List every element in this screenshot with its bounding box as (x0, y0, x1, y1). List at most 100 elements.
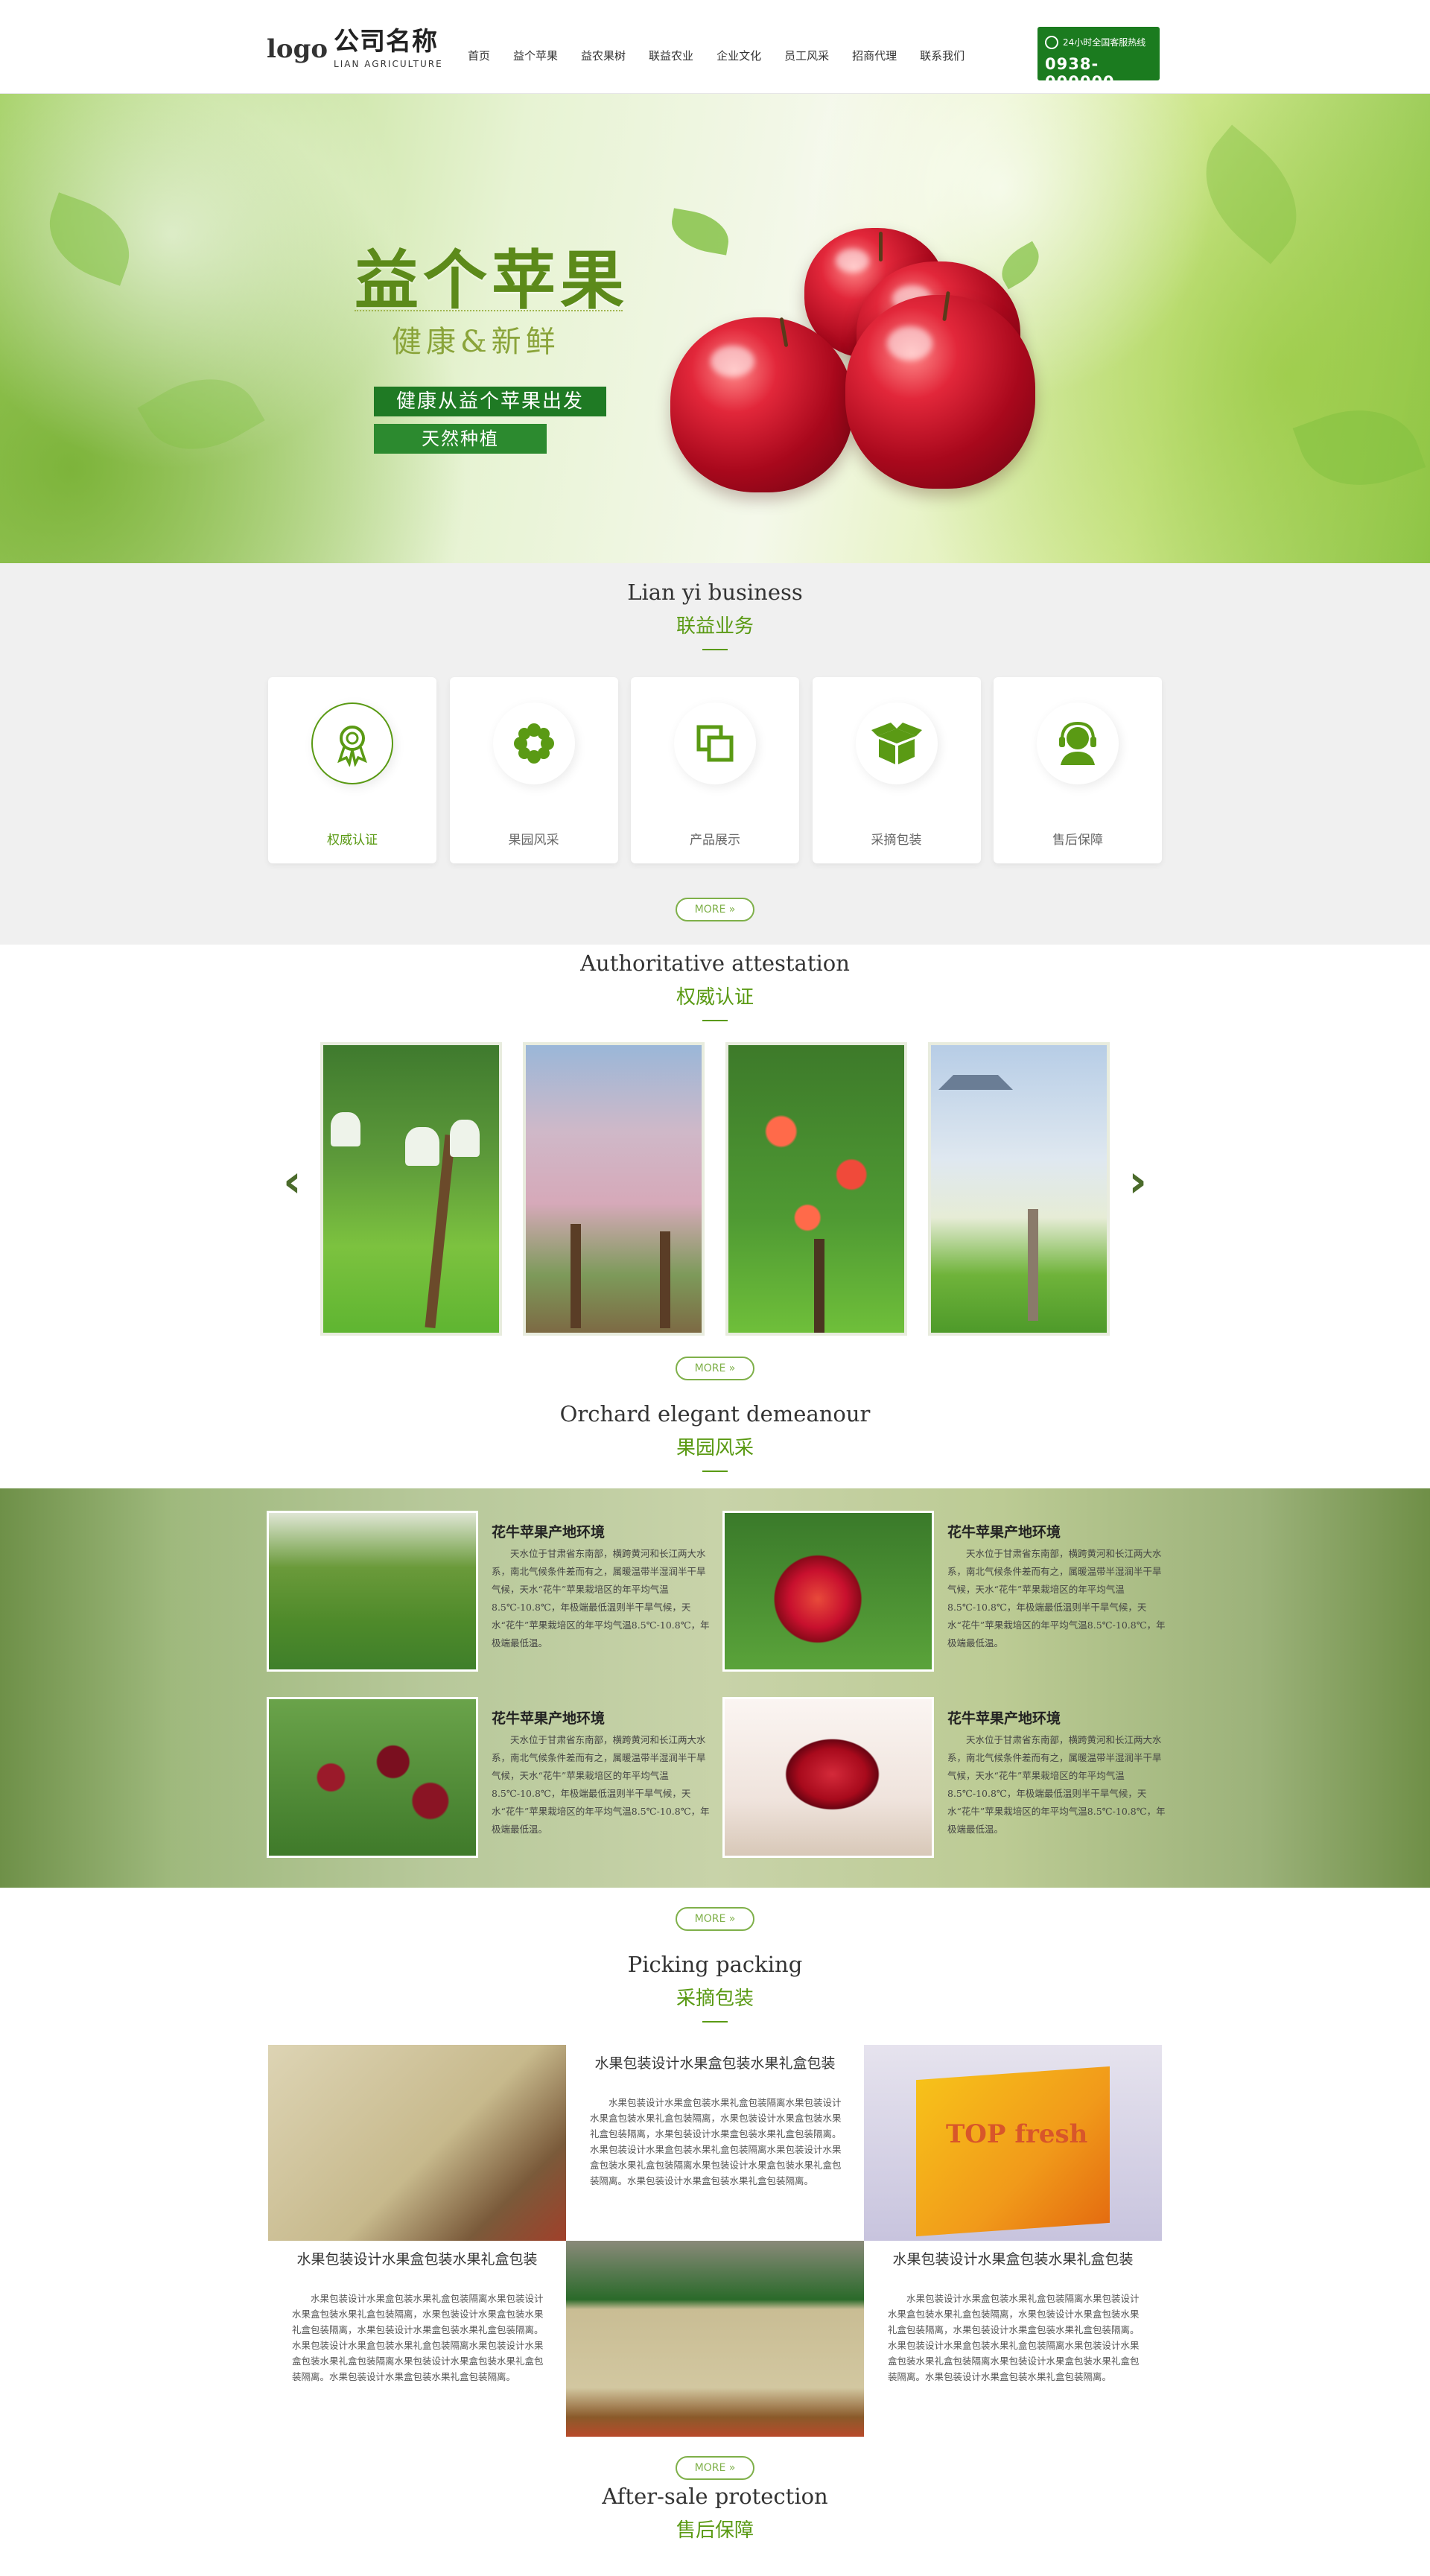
chevron-left-icon[interactable]: ‹ (283, 1155, 302, 1208)
card-label: 采摘包装 (871, 833, 922, 848)
packing-text-card[interactable]: 水果包装设计水果盒包装水果礼盒包装 水果包装设计水果盒包装水果礼盒包装隔离水果包… (566, 2045, 864, 2241)
award-icon (311, 702, 393, 784)
box-icon (855, 702, 938, 784)
section-heading: Lian yi business 联益业务 (0, 580, 1430, 650)
hotline-box[interactable]: 24小时全国客服热线 0938-000000 (1037, 27, 1160, 91)
orchard-item-title: 花牛苹果产地环境 (947, 1710, 1061, 1727)
site-header: logo 公司名称 LIAN AGRICULTURE 首页 益个苹果 益农果树 … (0, 0, 1430, 94)
card-label: 产品展示 (690, 833, 740, 848)
banner-title: 益个苹果 (355, 243, 629, 318)
hero-banner: 益个苹果 健康&新鲜 健康从益个苹果出发 天然种植 (0, 94, 1430, 563)
card-label: 权威认证 (327, 833, 378, 848)
section-title-cn: 权威认证 (676, 986, 754, 1009)
nav-item-contact[interactable]: 联系我们 (920, 48, 965, 63)
nav-item-trees[interactable]: 益农果树 (581, 48, 626, 63)
more-button[interactable]: MORE » (676, 1357, 754, 1380)
section-title-en: Picking packing (627, 1952, 803, 1977)
business-card-products[interactable]: 产品展示 (631, 677, 799, 863)
orchard-item[interactable]: 花牛苹果产地环境 天水位于甘肃省东南部，横跨黄河和长江两大水系，南北气候条件差而… (722, 1511, 1169, 1675)
logo-text: logo (267, 34, 328, 64)
card-label: 果园风采 (508, 833, 559, 848)
packing-photo[interactable] (566, 2241, 864, 2437)
banner-subtitle: 健康&新鲜 (392, 325, 560, 359)
business-section: Lian yi business 联益业务 权威认证 果园风采 产品展示 采摘包… (0, 563, 1430, 945)
orchard-item-photo (267, 1511, 478, 1672)
nav-item-staff[interactable]: 员工风采 (784, 48, 829, 63)
orchard-photo[interactable] (320, 1042, 502, 1336)
nav-item-home[interactable]: 首页 (468, 48, 490, 63)
section-title-en: Lian yi business (627, 580, 803, 605)
apple-tree-photo[interactable] (725, 1042, 907, 1336)
packing-title: 水果包装设计水果盒包装水果礼盒包装 (892, 2251, 1134, 2268)
orchard-item-title: 花牛苹果产地环境 (492, 1710, 606, 1727)
section-title-cn: 售后保障 (676, 2519, 754, 2542)
orchard-section: 花牛苹果产地环境 天水位于甘肃省东南部，横跨黄河和长江两大水系，南北气候条件差而… (0, 1488, 1430, 1888)
phone-icon (1045, 36, 1058, 49)
hotline-label: 24小时全国客服热线 (1063, 37, 1146, 48)
section-underline (702, 2021, 728, 2023)
section-heading: Orchard elegant demeanour 果园风采 (0, 1401, 1430, 1472)
business-card-packing[interactable]: 采摘包装 (812, 677, 981, 863)
chevron-right-icon[interactable]: › (1128, 1155, 1147, 1208)
attestation-section: Authoritative attestation 权威认证 ‹ › MORE … (0, 945, 1430, 1488)
aftersale-section: After-sale protection 售后保障 (0, 2484, 1430, 2542)
section-underline (702, 1471, 728, 1472)
nav-item-culture[interactable]: 企业文化 (716, 48, 761, 63)
leaf-decoration (1292, 390, 1426, 506)
orchard-item-text: 天水位于甘肃省东南部，横跨黄河和长江两大水系，南北气候条件差而有之，属暖温带半湿… (492, 1734, 710, 1835)
orchard-item-photo (722, 1697, 934, 1858)
leaf-decoration (994, 241, 1047, 290)
section-underline (702, 649, 728, 650)
packing-photo[interactable] (268, 2045, 566, 2241)
banner-divider (355, 310, 623, 311)
packing-text: 水果包装设计水果盒包装水果礼盒包装隔离水果包装设计水果盒包装水果礼盒包装隔离，水… (888, 2293, 1140, 2382)
section-heading: After-sale protection 售后保障 (0, 2484, 1430, 2542)
orchard-item-title: 花牛苹果产地环境 (492, 1524, 606, 1541)
main-nav: 首页 益个苹果 益农果树 联益农业 企业文化 员工风采 招商代理 联系我们 (468, 48, 988, 63)
section-title-cn: 联益业务 (676, 615, 754, 638)
hotline-number: 0938-000000 (1045, 55, 1115, 91)
banner-tag-primary: 健康从益个苹果出发 (374, 387, 606, 416)
more-button[interactable]: MORE » (676, 898, 754, 921)
box-label: TOP fresh (946, 2119, 1088, 2149)
attestation-carousel: ‹ › (268, 1042, 1162, 1336)
blossom-photo[interactable] (523, 1042, 705, 1336)
leaf-decoration (667, 208, 733, 256)
nav-item-agriculture[interactable]: 联益农业 (649, 48, 693, 63)
business-card-orchard[interactable]: 果园风采 (449, 677, 618, 863)
orchard-item[interactable]: 花牛苹果产地环境 天水位于甘肃省东南部，横跨黄河和长江两大水系，南北气候条件差而… (267, 1697, 714, 1861)
business-card-aftersale[interactable]: 售后保障 (994, 677, 1162, 863)
section-title-en: Orchard elegant demeanour (559, 1401, 871, 1427)
orchard-item[interactable]: 花牛苹果产地环境 天水位于甘肃省东南部，横跨黄河和长江两大水系，南北气候条件差而… (722, 1697, 1169, 1861)
packing-text-card[interactable]: 水果包装设计水果盒包装水果礼盒包装 水果包装设计水果盒包装水果礼盒包装隔离水果包… (864, 2241, 1162, 2437)
leaf-decoration (137, 355, 265, 473)
flower-icon (492, 702, 575, 784)
orchard-item-photo (267, 1697, 478, 1858)
packing-section: MORE » Picking packing 采摘包装 水果包装设计水果盒包装水… (0, 1888, 1430, 2521)
card-label: 售后保障 (1052, 833, 1103, 848)
section-heading: Authoritative attestation 权威认证 (0, 951, 1430, 1021)
packing-text: 水果包装设计水果盒包装水果礼盒包装隔离水果包装设计水果盒包装水果礼盒包装隔离，水… (292, 2293, 544, 2382)
logo[interactable]: logo 公司名称 LIAN AGRICULTURE (267, 21, 443, 69)
packing-photo[interactable]: TOP fresh (864, 2045, 1162, 2241)
orchard-item[interactable]: 花牛苹果产地环境 天水位于甘肃省东南部，横跨黄河和长江两大水系，南北气候条件差而… (267, 1511, 714, 1675)
copy-icon (674, 702, 756, 784)
nav-item-agency[interactable]: 招商代理 (852, 48, 897, 63)
more-button[interactable]: MORE » (676, 2456, 754, 2480)
packing-title: 水果包装设计水果盒包装水果礼盒包装 (594, 2055, 836, 2072)
section-underline (702, 1020, 728, 1021)
orchard-item-title: 花牛苹果产地环境 (947, 1524, 1061, 1541)
company-sub: LIAN AGRICULTURE (334, 59, 443, 69)
more-button[interactable]: MORE » (676, 1907, 754, 1931)
pavilion-photo[interactable] (928, 1042, 1110, 1336)
orchard-item-text: 天水位于甘肃省东南部，横跨黄河和长江两大水系，南北气候条件差而有之，属暖温带半湿… (492, 1548, 710, 1649)
leaf-decoration (36, 192, 143, 286)
section-title-cn: 果园风采 (676, 1437, 754, 1459)
support-icon (1037, 702, 1119, 784)
business-card-certification[interactable]: 权威认证 (268, 677, 436, 863)
packing-text-card[interactable]: 水果包装设计水果盒包装水果礼盒包装 水果包装设计水果盒包装水果礼盒包装隔离水果包… (268, 2241, 566, 2437)
orchard-item-text: 天水位于甘肃省东南部，横跨黄河和长江两大水系，南北气候条件差而有之，属暖温带半湿… (947, 1734, 1166, 1835)
orchard-item-text: 天水位于甘肃省东南部，横跨黄河和长江两大水系，南北气候条件差而有之，属暖温带半湿… (947, 1548, 1166, 1649)
nav-item-apple[interactable]: 益个苹果 (513, 48, 558, 63)
section-title-cn: 采摘包装 (676, 1987, 754, 2010)
